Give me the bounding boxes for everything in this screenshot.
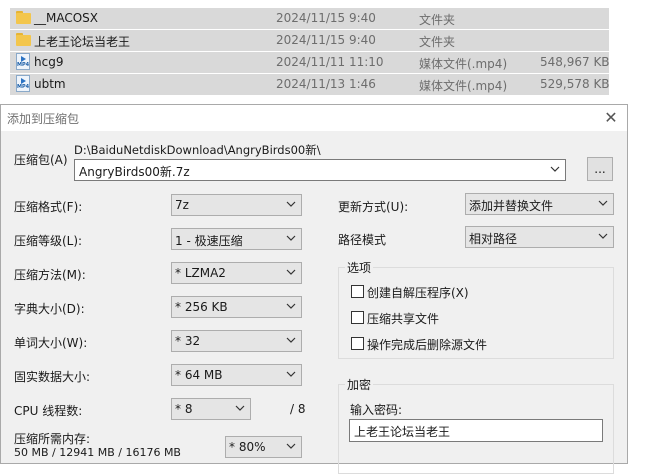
password-value: 上老王论坛当老王 [354, 425, 451, 439]
file-date: 2024/11/11 11:10 [276, 55, 384, 69]
format-label: 压缩格式(F): [14, 200, 83, 214]
options-group-label: 选项 [345, 259, 374, 276]
solid-label: 固实数据大小: [14, 370, 91, 384]
cpu-value: * 8 [175, 402, 193, 416]
file-size: 548,967 KB [540, 55, 610, 69]
mem-percent-value: * 80% [229, 440, 266, 454]
dict-label: 字典大小(D): [14, 302, 85, 316]
level-select[interactable]: 1 - 极速压缩 [171, 228, 302, 250]
cpu-total: / 8 [290, 402, 306, 416]
chevron-down-icon [286, 337, 296, 343]
sfx-checkbox[interactable] [351, 285, 364, 298]
word-label: 单词大小(W): [14, 336, 88, 350]
background-window-edge [628, 96, 649, 464]
solid-select[interactable]: * 64 MB [171, 364, 302, 386]
file-size: 529,578 KB [540, 77, 610, 91]
file-name: 上老王论坛当老王 [34, 35, 131, 49]
cpu-label: CPU 线程数: [14, 404, 83, 418]
file-name: __MACOSX [34, 11, 99, 25]
update-value: 添加并替换文件 [469, 199, 554, 213]
solid-value: * 64 MB [175, 368, 223, 382]
chevron-down-icon [286, 201, 296, 207]
level-label: 压缩等级(L): [14, 234, 83, 248]
browse-label: ... [594, 162, 606, 176]
chevron-down-icon [598, 200, 608, 206]
password-input[interactable]: 上老王论坛当老王 [349, 419, 603, 442]
shared-checkbox[interactable] [351, 311, 364, 324]
delete-source-label: 操作完成后删除源文件 [367, 338, 488, 352]
archive-path: D:\BaiduNetdiskDownload\AngryBirds00新\ [74, 143, 321, 157]
chevron-down-icon [550, 166, 560, 172]
dict-select[interactable]: * 256 KB [171, 296, 302, 318]
path-mode-select[interactable]: 相对路径 [465, 226, 614, 248]
mem-label: 压缩所需内存: [14, 432, 91, 446]
archive-name-value: AngryBirds00新.7z [79, 165, 190, 179]
chevron-down-icon [286, 443, 296, 449]
word-select[interactable]: * 32 [171, 330, 302, 352]
shared-label: 压缩共享文件 [367, 312, 440, 326]
folder-icon [16, 11, 31, 24]
archive-name-combo[interactable]: AngryBirds00新.7z [74, 159, 566, 181]
method-select[interactable]: * LZMA2 [171, 262, 302, 284]
path-mode-value: 相对路径 [469, 232, 518, 246]
dialog-titlebar[interactable]: 添加到压缩包 ✕ [1, 105, 627, 131]
add-to-archive-dialog: 添加到压缩包 ✕ 压缩包(A) D:\BaiduNetdiskDownload\… [0, 104, 628, 474]
file-type: 媒体文件(.mp4) [419, 79, 508, 93]
update-select[interactable]: 添加并替换文件 [465, 193, 614, 215]
file-type: 文件夹 [419, 35, 456, 49]
mp4-file-icon: MP4 [16, 75, 30, 92]
cpu-select[interactable]: * 8 [171, 398, 251, 420]
update-label: 更新方式(U): [338, 200, 409, 214]
level-value: 1 - 极速压缩 [175, 234, 243, 248]
word-value: * 32 [175, 334, 201, 348]
file-date: 2024/11/15 9:40 [276, 11, 376, 25]
file-name: hcg9 [34, 55, 64, 69]
chevron-down-icon [598, 233, 608, 239]
path-mode-label: 路径模式 [338, 233, 387, 247]
folder-icon [16, 33, 31, 46]
chevron-down-icon [286, 303, 296, 309]
browse-button[interactable]: ... [587, 157, 613, 181]
method-value: * LZMA2 [175, 266, 226, 280]
file-row[interactable]: __MACOSX 2024/11/15 9:40 文件夹 [10, 8, 609, 29]
dialog-title: 添加到压缩包 [7, 112, 80, 126]
file-name: ubtm [34, 77, 66, 91]
file-date: 2024/11/15 9:40 [276, 33, 376, 47]
method-label: 压缩方法(M): [14, 268, 86, 282]
mp4-file-icon: MP4 [16, 53, 30, 70]
file-type: 媒体文件(.mp4) [419, 57, 508, 71]
file-row[interactable]: MP4 hcg9 2024/11/11 11:10 媒体文件(.mp4) 548… [10, 52, 610, 73]
encryption-group-label: 加密 [345, 376, 374, 393]
file-row[interactable]: 上老王论坛当老王 2024/11/15 9:40 文件夹 [10, 30, 609, 51]
format-select[interactable]: 7z [171, 194, 302, 216]
file-row[interactable]: MP4 ubtm 2024/11/13 1:46 媒体文件(.mp4) 529,… [10, 74, 610, 95]
close-icon[interactable]: ✕ [601, 108, 621, 128]
delete-source-checkbox[interactable] [351, 337, 364, 350]
format-value: 7z [175, 198, 189, 212]
chevron-down-icon [286, 371, 296, 377]
file-type: 文件夹 [419, 13, 456, 27]
archive-label: 压缩包(A) [14, 153, 68, 167]
file-date: 2024/11/13 1:46 [276, 77, 376, 91]
password-label: 输入密码: [350, 403, 403, 417]
mem-percent-select[interactable]: * 80% [225, 436, 302, 458]
chevron-down-icon [235, 405, 245, 411]
dict-value: * 256 KB [175, 300, 228, 314]
chevron-down-icon [286, 235, 296, 241]
mem-value: 50 MB / 12941 MB / 16176 MB [14, 446, 181, 459]
file-list: __MACOSX 2024/11/15 9:40 文件夹 上老王论坛当老王 20… [0, 8, 649, 96]
chevron-down-icon [286, 269, 296, 275]
sfx-label: 创建自解压程序(X) [367, 286, 469, 300]
